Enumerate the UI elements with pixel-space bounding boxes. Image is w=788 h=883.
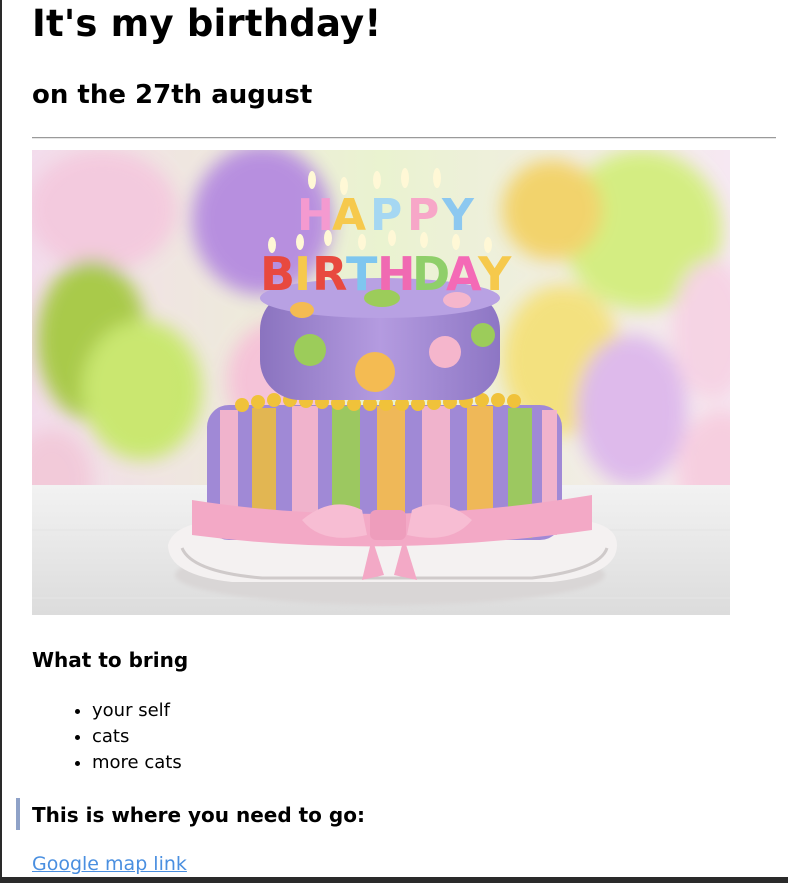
svg-text:T: T <box>346 247 378 301</box>
what-to-bring-heading: What to bring <box>32 648 189 672</box>
svg-text:I: I <box>294 247 311 301</box>
window-bottom-edge <box>0 877 788 883</box>
list-item: cats <box>92 724 182 750</box>
svg-text:D: D <box>412 247 450 301</box>
svg-text:A: A <box>332 190 366 241</box>
bring-list: your self cats more cats <box>32 698 182 776</box>
svg-text:Y: Y <box>477 247 512 301</box>
birthday-cake-image: H A P P Y B I R T H D A Y <box>32 150 730 615</box>
horizontal-rule <box>32 137 776 139</box>
window-left-edge <box>0 0 2 877</box>
list-item: more cats <box>92 750 182 776</box>
svg-text:B: B <box>260 247 295 301</box>
directions-blockquote: This is where you need to go: <box>16 798 365 830</box>
svg-text:R: R <box>312 247 347 301</box>
list-item: your self <box>92 698 182 724</box>
page-title: It's my birthday! <box>32 2 382 45</box>
page-subtitle: on the 27th august <box>32 80 313 110</box>
directions-heading: This is where you need to go: <box>32 803 365 827</box>
svg-text:H: H <box>377 247 416 301</box>
google-map-link[interactable]: Google map link <box>32 853 187 875</box>
svg-text:A: A <box>446 247 482 301</box>
svg-text:P: P <box>370 190 402 241</box>
svg-text:Y: Y <box>441 190 475 241</box>
